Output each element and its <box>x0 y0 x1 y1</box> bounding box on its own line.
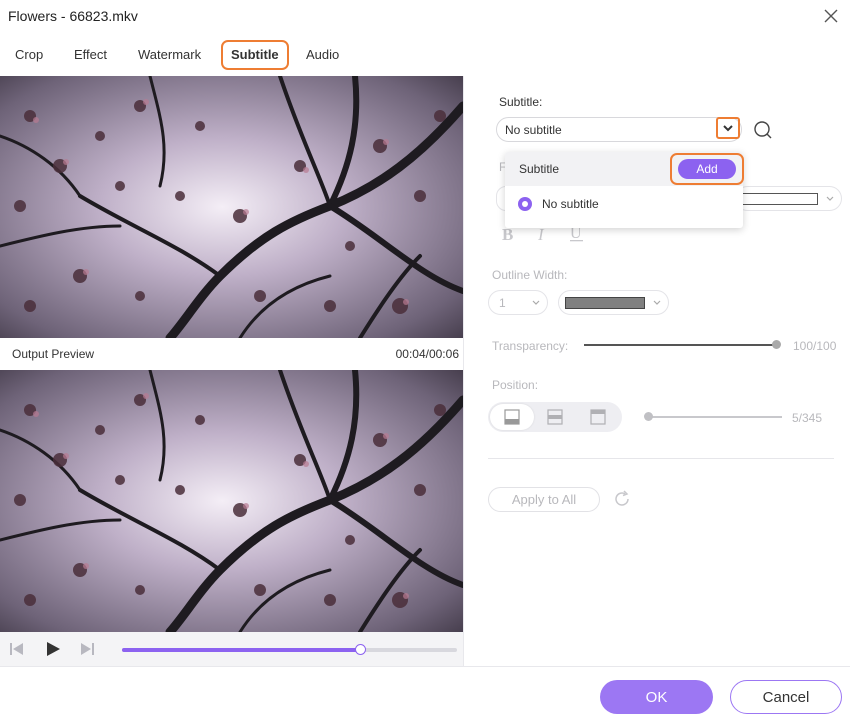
tab-subtitle[interactable]: Subtitle <box>221 40 289 70</box>
close-icon[interactable] <box>820 5 842 27</box>
transparency-thumb[interactable] <box>772 340 781 349</box>
chevron-down-icon <box>826 196 834 201</box>
chevron-down-icon <box>532 300 540 305</box>
playback-slider[interactable] <box>122 644 457 655</box>
playback-controls <box>0 632 463 666</box>
playback-progress <box>122 648 360 652</box>
refresh-icon[interactable] <box>612 489 632 509</box>
output-preview-image <box>0 370 463 632</box>
ok-button[interactable]: OK <box>600 680 713 714</box>
subtitle-label: Subtitle: <box>499 95 543 109</box>
outline-width-select[interactable]: 1 <box>488 290 548 315</box>
add-subtitle-button[interactable]: Add <box>678 159 736 179</box>
subtitle-editor-window: Flowers - 66823.mkv Crop Effect Watermar… <box>0 0 850 725</box>
transparency-value: 100/100 <box>793 339 837 353</box>
chevron-down-icon <box>723 125 733 132</box>
outline-color-swatch <box>565 297 645 309</box>
position-toggle-group <box>488 402 622 432</box>
font-color-swatch <box>742 193 818 205</box>
dropdown-option-no-subtitle[interactable]: No subtitle <box>505 190 743 220</box>
subtitle-select-value: No subtitle <box>505 123 562 137</box>
position-middle-button[interactable] <box>533 404 577 430</box>
next-frame-icon[interactable] <box>78 640 96 658</box>
align-bottom-icon <box>504 409 520 425</box>
cancel-button[interactable]: Cancel <box>730 680 842 714</box>
position-thumb[interactable] <box>644 412 653 421</box>
transparency-slider[interactable] <box>584 344 778 346</box>
outline-width-value: 1 <box>499 296 506 310</box>
time-readout: 00:04/00:06 <box>395 347 459 361</box>
prev-frame-icon[interactable] <box>8 640 26 658</box>
tab-watermark[interactable]: Watermark <box>130 40 209 70</box>
tab-audio[interactable]: Audio <box>298 40 347 70</box>
subtitle-dropdown-menu: Subtitle Add No subtitle <box>505 152 744 228</box>
font-color-select[interactable] <box>735 186 842 211</box>
window-title: Flowers - 66823.mkv <box>8 8 138 24</box>
align-top-icon <box>590 409 606 425</box>
dialog-footer <box>0 666 850 725</box>
play-icon[interactable] <box>44 640 62 658</box>
original-preview-image <box>0 76 463 338</box>
section-divider <box>488 458 834 459</box>
output-preview-label: Output Preview <box>12 347 95 361</box>
dropdown-header-label: Subtitle <box>519 162 560 176</box>
outline-width-label: Outline Width: <box>492 268 568 282</box>
editor-tabs: Crop Effect Watermark Subtitle Audio <box>0 40 470 72</box>
position-value: 5/345 <box>792 411 823 425</box>
tab-effect[interactable]: Effect <box>66 40 115 70</box>
playback-thumb[interactable] <box>354 644 366 655</box>
apply-to-all-button[interactable]: Apply to All <box>488 487 600 512</box>
align-middle-icon <box>547 409 563 425</box>
add-button-highlight: Add <box>670 153 744 185</box>
position-label: Position: <box>492 378 539 392</box>
title-bar: Flowers - 66823.mkv <box>0 0 850 34</box>
radio-selected-icon <box>518 197 532 211</box>
output-preview-bar: Output Preview 00:04/00:06 <box>0 338 463 370</box>
panel-divider <box>463 76 464 666</box>
option-label: No subtitle <box>542 197 599 211</box>
subtitle-select[interactable]: No subtitle <box>496 117 742 142</box>
search-icon[interactable] <box>752 119 774 141</box>
dropdown-header: Subtitle Add <box>505 152 744 186</box>
tab-crop[interactable]: Crop <box>7 40 51 70</box>
position-slider[interactable] <box>648 416 782 418</box>
position-top-button[interactable] <box>576 404 620 430</box>
position-bottom-button[interactable] <box>490 404 534 430</box>
transparency-label: Transparency: <box>492 339 569 353</box>
subtitle-dropdown-toggle[interactable] <box>716 117 740 139</box>
outline-color-select[interactable] <box>558 290 669 315</box>
chevron-down-icon <box>653 300 661 305</box>
